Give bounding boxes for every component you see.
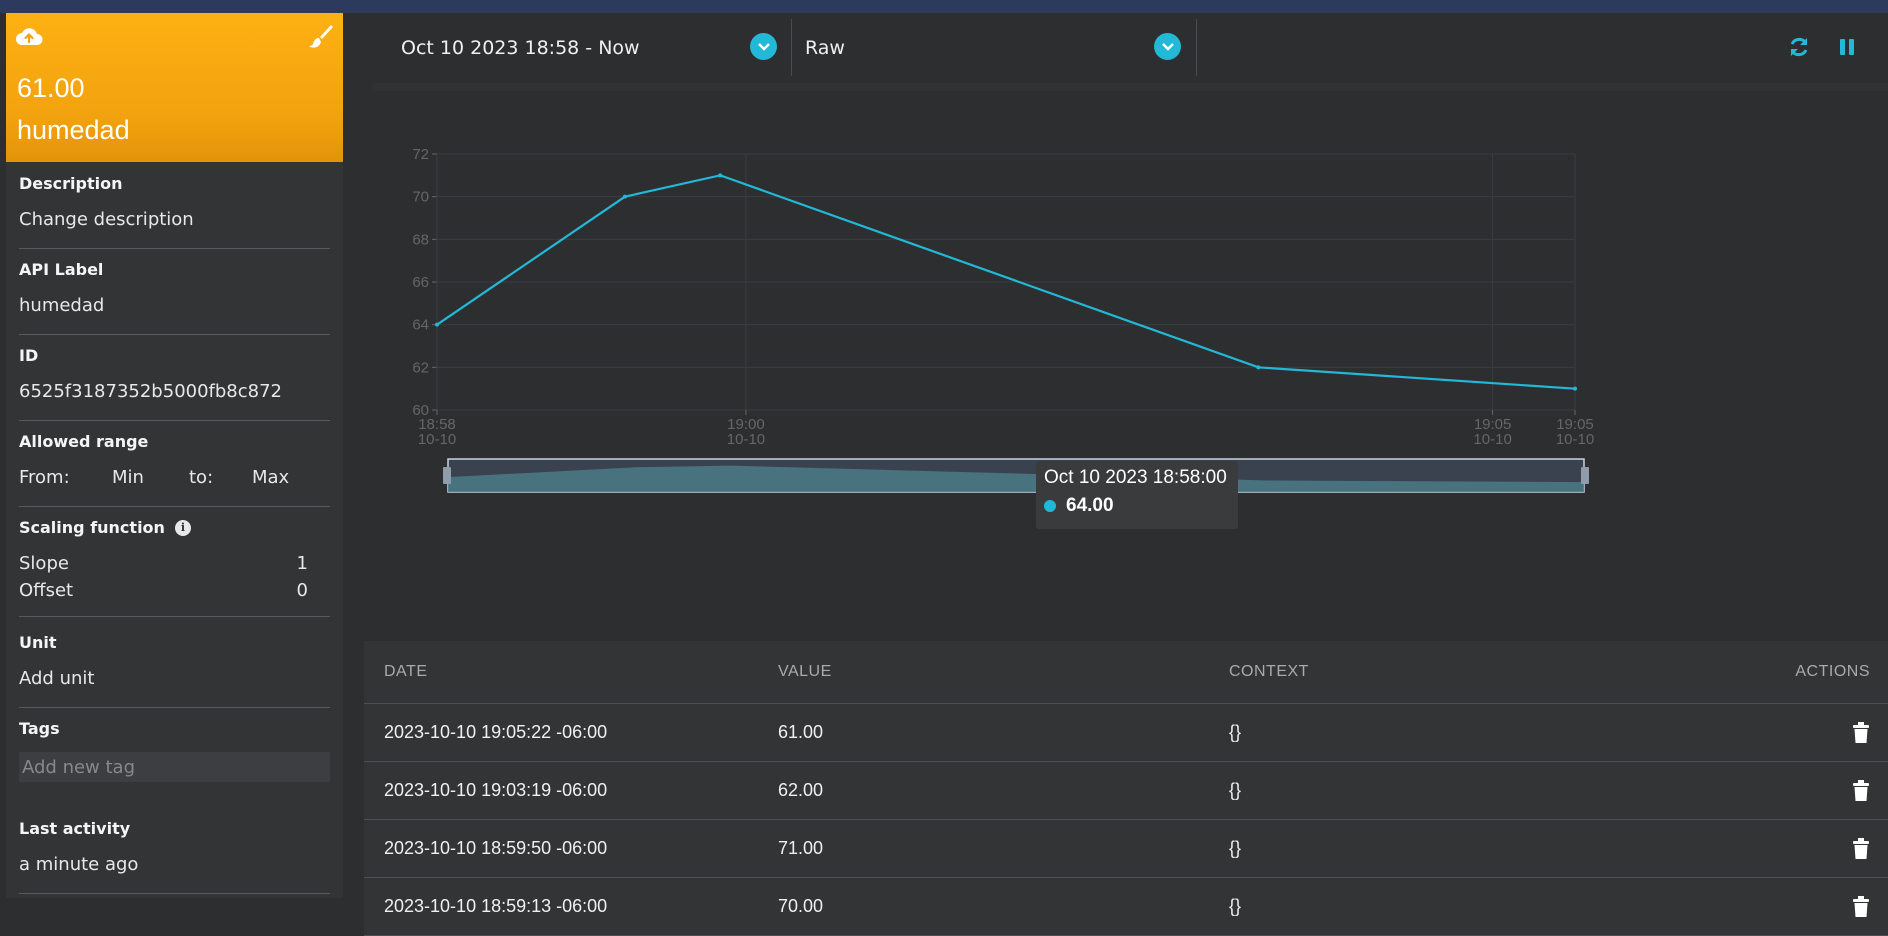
- api-label-value[interactable]: humedad: [19, 295, 330, 316]
- range-min-field[interactable]: Min: [112, 467, 189, 488]
- chevron-down-icon[interactable]: [1154, 33, 1181, 60]
- last-activity-section: Last activity a minute ago: [19, 819, 330, 894]
- description-section: Description Change description: [19, 174, 330, 249]
- header-context[interactable]: CONTEXT: [1229, 663, 1789, 681]
- tags-title: Tags: [19, 719, 60, 738]
- row-value[interactable]: 62.00: [778, 780, 1229, 801]
- description-value[interactable]: Change description: [19, 209, 330, 230]
- top-bar: [0, 0, 1888, 13]
- row-value[interactable]: 70.00: [778, 896, 1229, 917]
- table-row: 2023-10-10 18:59:13 -06:00 70.00{}: [364, 878, 1888, 936]
- unit-value[interactable]: Add unit: [19, 668, 330, 689]
- tags-section: Tags Add new tag: [19, 719, 330, 817]
- date-range-dropdown[interactable]: Oct 10 2023 18:58 - Now: [401, 19, 801, 76]
- y-tick-label: 62: [412, 359, 429, 376]
- id-title: ID: [19, 346, 39, 365]
- allowed-range-section: Allowed range From: Min to: Max: [19, 432, 330, 507]
- slope-value[interactable]: 1: [297, 553, 308, 574]
- offset-value[interactable]: 0: [297, 580, 308, 601]
- unit-title: Unit: [19, 633, 57, 652]
- x-tick-date-label: 10-10: [1556, 431, 1594, 448]
- trash-icon[interactable]: [1852, 837, 1870, 860]
- series-dot-icon: [1044, 500, 1056, 512]
- trash-icon[interactable]: [1852, 895, 1870, 918]
- chart-panel: 60 62 64 66 68 70 72 18:58 10-10 19:00 10-10 19:05 1…: [372, 83, 1888, 603]
- tooltip-title: Oct 10 2023 18:58:00: [1044, 467, 1227, 488]
- values-table: DATE VALUE CONTEXT ACTIONS 2023-10-10 19…: [364, 641, 1888, 936]
- data-point: [622, 194, 627, 199]
- date-range-label: Oct 10 2023 18:58 - Now: [401, 36, 640, 59]
- chart-toolbar: Oct 10 2023 18:58 - Now Raw: [364, 13, 1888, 78]
- data-point: [435, 322, 439, 327]
- id-section: ID 6525f3187352b5000fb8c872: [19, 346, 330, 421]
- variable-page: 61.00 humedad Description Change descrip…: [0, 13, 1888, 936]
- data-point: [718, 173, 723, 178]
- row-context[interactable]: {}: [1229, 838, 1789, 859]
- zoom-left-handle[interactable]: [443, 467, 451, 484]
- add-tag-input[interactable]: Add new tag: [19, 752, 330, 782]
- api-label-section: API Label humedad: [19, 260, 330, 335]
- range-from-label: From:: [19, 467, 70, 488]
- variable-name[interactable]: humedad: [17, 115, 130, 146]
- header-value[interactable]: VALUE: [778, 663, 1229, 681]
- tooltip-value: 64.00: [1066, 495, 1114, 516]
- unit-section: Unit Add unit: [19, 633, 330, 708]
- y-tick-label: 68: [412, 231, 429, 248]
- data-point: [1573, 386, 1577, 391]
- x-tick-date-label: 10-10: [1473, 431, 1511, 448]
- zoom-right-handle[interactable]: [1581, 467, 1589, 484]
- x-tick-date-label: 10-10: [727, 431, 765, 448]
- api-label-title: API Label: [19, 260, 104, 279]
- trash-icon[interactable]: [1852, 721, 1870, 744]
- row-date: 2023-10-10 19:05:22 -06:00: [384, 722, 608, 742]
- line-chart: 6062646668707218:5810-1019:0010-1019:051…: [412, 146, 1594, 493]
- last-activity-value: a minute ago: [19, 854, 139, 875]
- data-point: [1256, 365, 1261, 370]
- header-actions: ACTIONS: [1795, 663, 1870, 680]
- row-context[interactable]: {}: [1229, 896, 1789, 917]
- y-tick-label: 66: [412, 274, 429, 291]
- chevron-down-icon[interactable]: [750, 33, 777, 60]
- trash-icon[interactable]: [1852, 779, 1870, 802]
- table-row: 2023-10-10 18:59:50 -06:00 71.00{}: [364, 820, 1888, 878]
- id-value: 6525f3187352b5000fb8c872: [19, 381, 283, 402]
- row-context[interactable]: {}: [1229, 780, 1789, 801]
- refresh-icon[interactable]: [1787, 35, 1811, 59]
- pause-icon[interactable]: [1835, 35, 1859, 59]
- offset-label: Offset: [19, 580, 74, 601]
- row-date: 2023-10-10 18:59:13 -06:00: [384, 896, 608, 916]
- allowed-range-title: Allowed range: [19, 432, 149, 451]
- chart-tooltip: Oct 10 2023 18:58:00 64.00: [1036, 461, 1238, 529]
- row-value[interactable]: 61.00: [778, 722, 1229, 743]
- header-date[interactable]: DATE: [364, 663, 778, 681]
- row-date: 2023-10-10 19:03:19 -06:00: [384, 780, 608, 800]
- description-title: Description: [19, 174, 123, 193]
- range-to-label: to:: [189, 467, 214, 488]
- slope-label: Slope: [19, 553, 69, 574]
- main-panel: Oct 10 2023 18:58 - Now Raw 60 62 64 66 …: [364, 13, 1888, 936]
- y-tick-label: 64: [412, 317, 429, 334]
- y-tick-label: 70: [412, 189, 429, 206]
- table-header: DATE VALUE CONTEXT ACTIONS: [364, 641, 1888, 704]
- scaling-section: Scaling function i Slope 1 Offset 0: [19, 518, 330, 617]
- table-row: 2023-10-10 19:05:22 -06:00 61.00{}: [364, 704, 1888, 762]
- variable-sidebar: 61.00 humedad Description Change descrip…: [6, 13, 343, 898]
- scaling-title: Scaling function i: [19, 518, 330, 537]
- aggregation-dropdown[interactable]: Raw: [805, 19, 1145, 76]
- aggregation-label: Raw: [805, 36, 845, 59]
- cloud-upload-icon[interactable]: [14, 23, 44, 49]
- variable-card: 61.00 humedad: [6, 13, 343, 162]
- y-tick-label: 72: [412, 146, 429, 163]
- variable-last-value: 61.00: [17, 73, 85, 103]
- row-date: 2023-10-10 18:59:50 -06:00: [384, 838, 608, 858]
- row-context[interactable]: {}: [1229, 722, 1789, 743]
- info-icon[interactable]: i: [174, 519, 191, 536]
- range-max-field[interactable]: Max: [252, 467, 289, 488]
- table-row: 2023-10-10 19:03:19 -06:00 62.00{}: [364, 762, 1888, 820]
- last-activity-title: Last activity: [19, 819, 131, 838]
- scaling-title-text: Scaling function: [19, 518, 165, 537]
- paint-brush-icon[interactable]: [309, 23, 333, 49]
- x-tick-date-label: 10-10: [418, 431, 456, 448]
- row-value[interactable]: 71.00: [778, 838, 1229, 859]
